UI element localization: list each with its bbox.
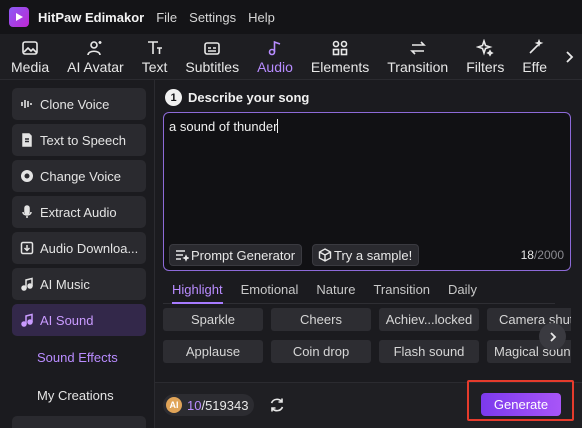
microphone-icon	[20, 205, 34, 219]
tool-subtitles[interactable]: Subtitles	[176, 34, 248, 79]
chips-next-button[interactable]	[539, 323, 566, 350]
step-number-badge: 1	[165, 89, 182, 106]
credits-total: /519343	[201, 397, 249, 413]
chip-achievement-unlocked[interactable]: Achiev...locked	[379, 308, 479, 331]
audio-sidebar: Clone Voice Text to Speech Change Voice …	[0, 80, 155, 428]
download-icon	[20, 241, 34, 255]
sidebar-item-change-voice[interactable]: Change Voice	[12, 160, 146, 192]
sidebar-item-audio-download[interactable]: Audio Downloa...	[12, 232, 146, 264]
app-logo-icon	[9, 7, 29, 27]
char-counter: 18/2000	[520, 248, 564, 262]
chevron-right-icon	[549, 331, 556, 342]
try-sample-button[interactable]: Try a sample!	[312, 244, 420, 266]
title-bar: HitPaw Edimakor File Settings Help	[0, 0, 582, 34]
generate-button[interactable]: Generate	[481, 393, 561, 416]
toolbar-scroll-right[interactable]	[556, 34, 582, 79]
step-heading: 1 Describe your song	[165, 89, 309, 106]
subtitles-icon	[204, 41, 221, 55]
sidebar-item-extract-audio[interactable]: Extract Audio	[12, 196, 146, 228]
sidebar-item-ai-sound[interactable]: AI Sound	[12, 304, 146, 336]
avatar-icon	[87, 40, 102, 55]
chip-coin-drop[interactable]: Coin drop	[271, 340, 371, 363]
prompt-input-value[interactable]: a sound of thunder	[169, 119, 279, 134]
refresh-credits-button[interactable]	[267, 395, 287, 415]
chevron-right-icon	[566, 51, 574, 63]
main-toolbar: Media AI Avatar Text Subtitles Audio Ele…	[0, 34, 582, 80]
tool-filters[interactable]: Filters	[457, 34, 513, 79]
sidebar-item-partial	[12, 416, 146, 428]
app-name: HitPaw Edimakor	[38, 9, 145, 25]
tab-daily[interactable]: Daily	[439, 280, 486, 303]
step-title: Describe your song	[188, 90, 310, 105]
tab-transition[interactable]: Transition	[364, 280, 439, 303]
sidebar-sub-my-creations[interactable]: My Creations	[37, 388, 114, 403]
refresh-icon	[270, 398, 284, 412]
tool-elements[interactable]: Elements	[302, 34, 378, 79]
sidebar-item-ai-music[interactable]: AI Music	[12, 268, 146, 300]
bottom-bar: AI 10 /519343 Generate	[155, 380, 582, 428]
document-audio-icon	[20, 133, 34, 147]
prompt-generator-icon	[176, 250, 189, 262]
media-icon	[22, 40, 38, 55]
menu-help[interactable]: Help	[248, 10, 275, 25]
menu-bar: File Settings Help	[156, 10, 275, 25]
waveform-icon	[20, 97, 34, 111]
text-icon	[147, 40, 162, 54]
transition-icon	[409, 40, 426, 55]
filters-icon	[476, 38, 494, 57]
menu-settings[interactable]: Settings	[189, 10, 236, 25]
effects-icon	[529, 38, 544, 54]
music-note-icon	[268, 40, 281, 55]
tab-highlight[interactable]: Highlight	[163, 280, 232, 304]
tab-emotional[interactable]: Emotional	[232, 280, 308, 303]
chip-sparkle[interactable]: Sparkle	[163, 308, 263, 331]
prompt-textarea[interactable]: a sound of thunder Prompt Generator Try …	[163, 112, 571, 271]
sidebar-sub-sound-effects[interactable]: Sound Effects	[37, 350, 118, 365]
tool-audio[interactable]: Audio	[248, 34, 302, 79]
music-icon	[20, 277, 34, 291]
credits-pill: AI 10 /519343	[163, 394, 255, 416]
credits-used: 10	[187, 397, 202, 413]
tool-effects[interactable]: Effe	[513, 34, 556, 79]
chip-applause[interactable]: Applause	[163, 340, 263, 363]
cube-icon	[318, 248, 332, 262]
sound-category-tabs: Highlight Emotional Nature Transition Da…	[163, 280, 555, 304]
sound-icon	[20, 313, 34, 327]
chip-flash-sound[interactable]: Flash sound	[379, 340, 479, 363]
chip-cheers[interactable]: Cheers	[271, 308, 371, 331]
tool-ai-avatar[interactable]: AI Avatar	[58, 34, 133, 79]
text-caret	[277, 119, 279, 133]
prompt-generator-button[interactable]: Prompt Generator	[169, 244, 303, 266]
sidebar-item-clone-voice[interactable]: Clone Voice	[12, 88, 146, 120]
tool-media[interactable]: Media	[0, 34, 58, 79]
tool-transition[interactable]: Transition	[378, 34, 457, 79]
elements-icon	[332, 40, 348, 55]
generate-highlight-box: Generate	[467, 380, 574, 421]
menu-file[interactable]: File	[156, 10, 177, 25]
sidebar-item-text-to-speech[interactable]: Text to Speech	[12, 124, 146, 156]
sample-prompt-chips: Sparkle Cheers Achiev...locked Camera sh…	[163, 307, 571, 367]
tab-nature[interactable]: Nature	[307, 280, 364, 303]
coin-icon: AI	[166, 397, 182, 413]
tool-text[interactable]: Text	[133, 34, 177, 79]
voice-changer-icon	[20, 169, 34, 183]
